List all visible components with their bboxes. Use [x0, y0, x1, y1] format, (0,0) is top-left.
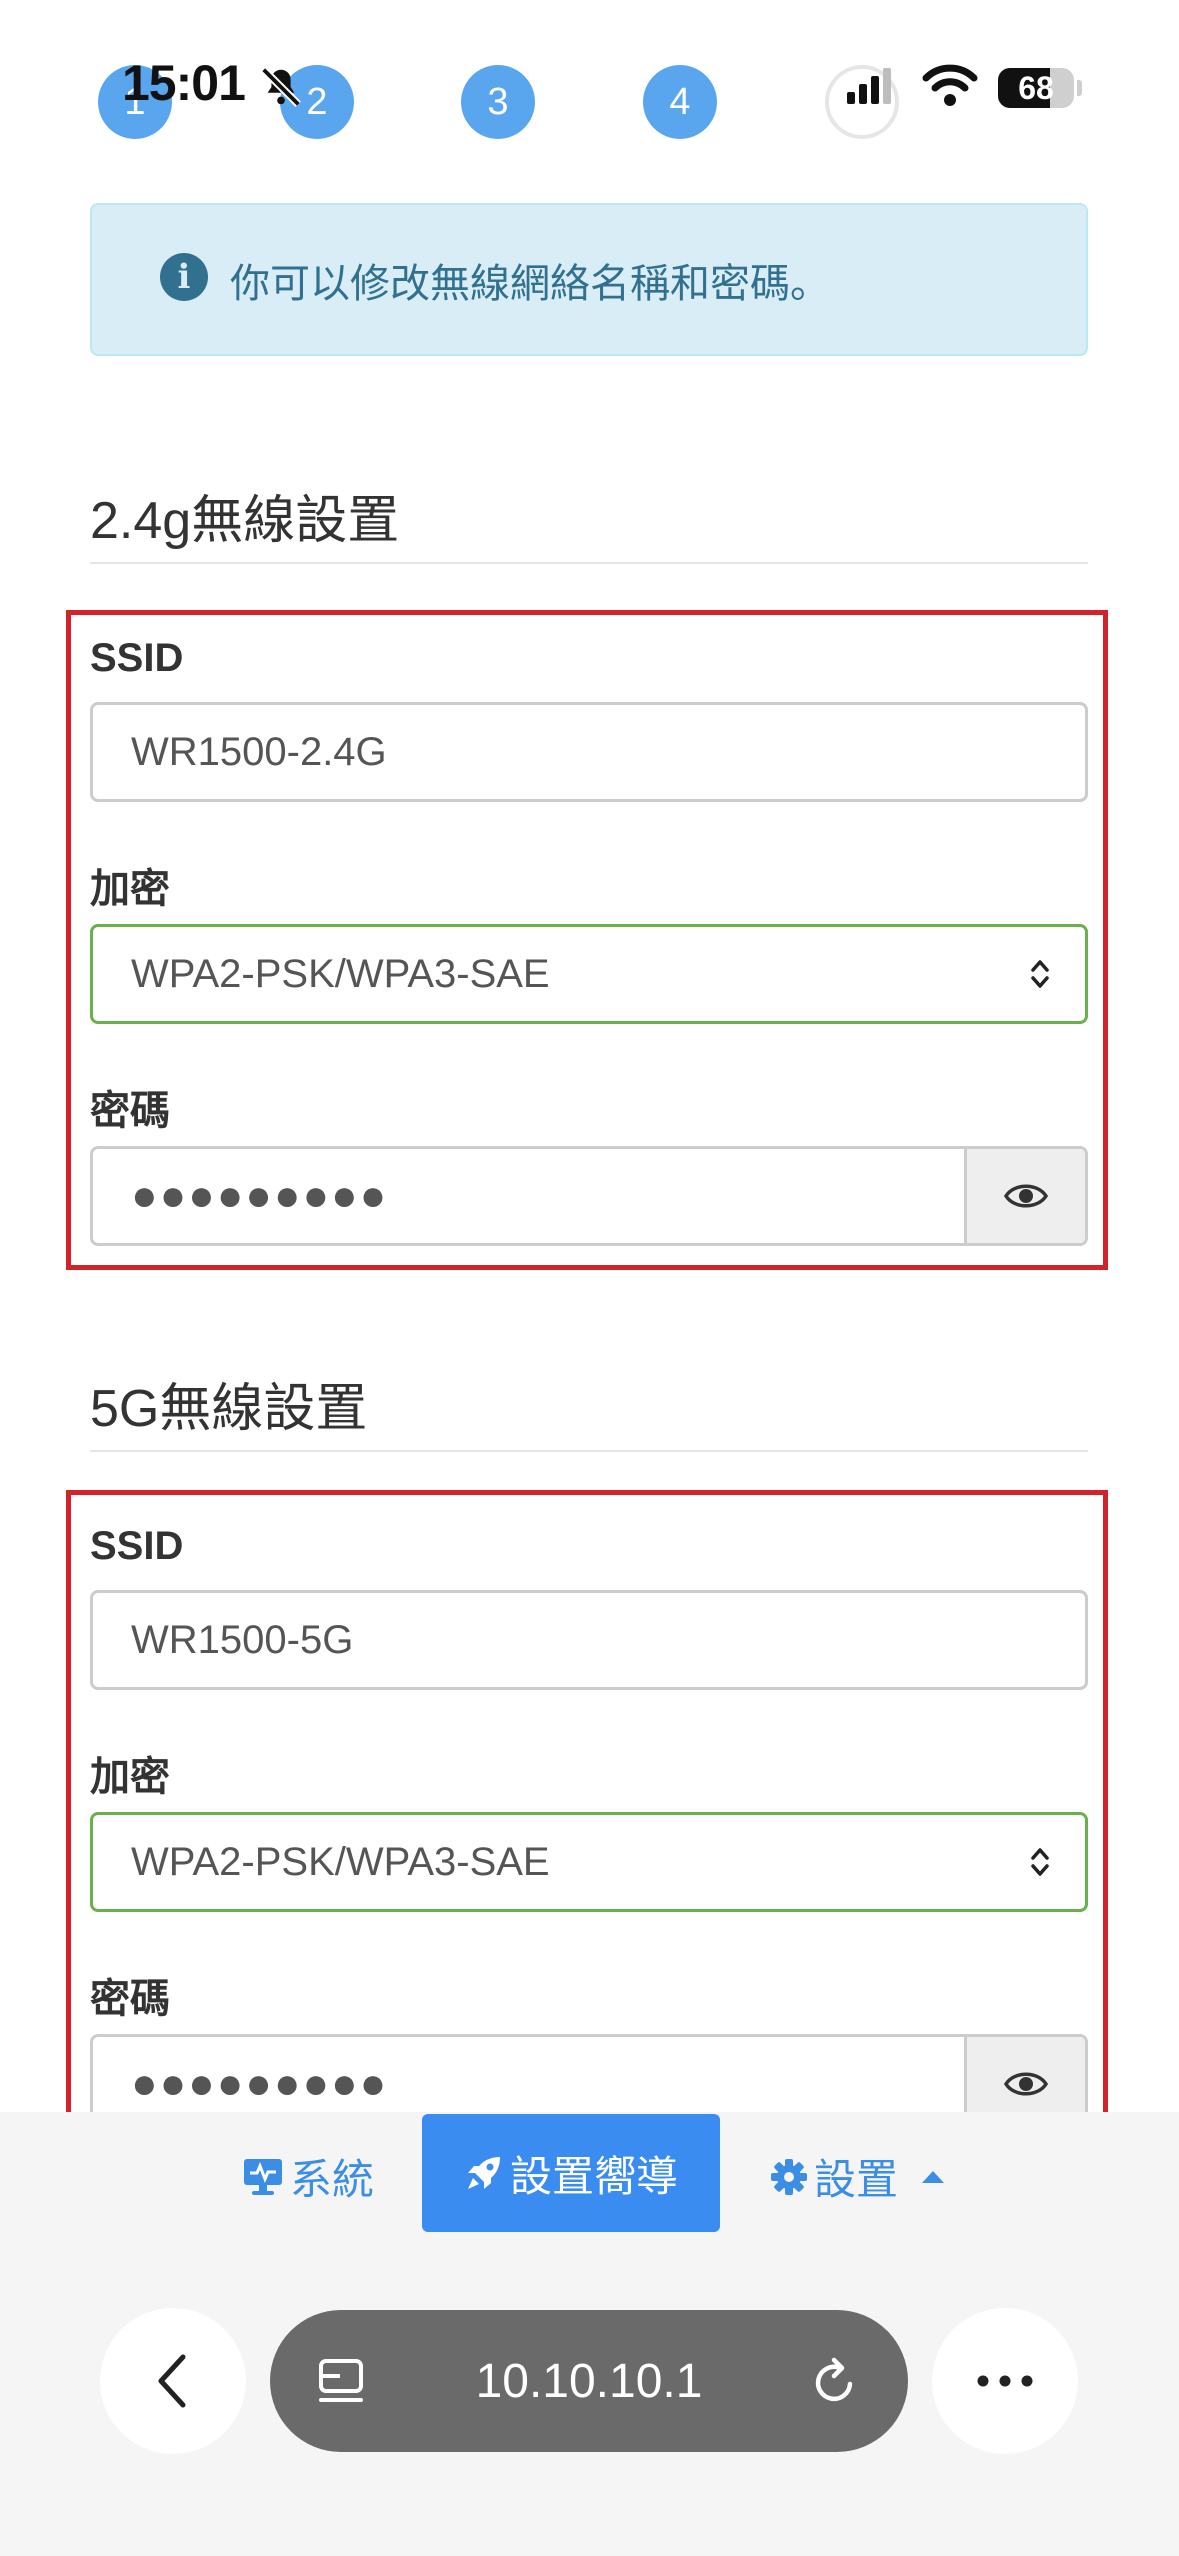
step-4[interactable]: 4	[643, 65, 717, 139]
select-arrows-icon	[1031, 1848, 1049, 1876]
caret-up-icon	[922, 2170, 945, 2183]
ssid-label-24g: SSID	[90, 636, 184, 680]
monitor-icon	[244, 2158, 282, 2195]
password-label-5g: 密碼	[90, 1977, 170, 2021]
section-title-5g: 5G無線設置	[90, 1380, 368, 1438]
address-bar[interactable]: 10.10.10.1	[270, 2310, 908, 2452]
eye-icon	[1004, 1184, 1048, 1208]
highlight-box-5g	[66, 1490, 1108, 2120]
nav-setup-wizard[interactable]: 設置嚮導	[422, 2114, 720, 2232]
bell-off-icon	[261, 67, 301, 107]
nav-setup-wizard-label: 設置嚮導	[509, 2152, 678, 2200]
eye-icon	[1004, 2072, 1048, 2096]
ssid-value-5g: WR1500-5G	[131, 1617, 354, 1662]
reload-icon[interactable]	[810, 2354, 860, 2408]
divider	[90, 562, 1088, 564]
cellular-signal-icon	[847, 68, 891, 104]
divider	[90, 1450, 1088, 1452]
info-alert: i 你可以修改無線網絡名稱和密碼。	[90, 203, 1088, 356]
password-value-24g: ●●●●●●●●●	[131, 1171, 389, 1220]
password-label-24g: 密碼	[90, 1089, 170, 1133]
nav-settings-label: 設置	[814, 2156, 899, 2203]
browser-back-button[interactable]	[100, 2308, 246, 2454]
browser-more-button[interactable]	[932, 2308, 1078, 2454]
nav-settings[interactable]: 設置	[770, 2146, 952, 2207]
battery-indicator: 68	[998, 68, 1074, 108]
encryption-value-5g: WPA2-PSK/WPA3-SAE	[131, 1839, 550, 1884]
step-3[interactable]: 3	[461, 65, 535, 139]
encryption-label-24g: 加密	[90, 867, 170, 911]
rocket-icon	[467, 2157, 500, 2189]
info-alert-text: 你可以修改無線網絡名稱和密碼。	[230, 261, 830, 306]
encryption-value-24g: WPA2-PSK/WPA3-SAE	[131, 951, 550, 996]
password-field-24g[interactable]: ●●●●●●●●●	[90, 1146, 1088, 1246]
show-password-button-24g[interactable]	[964, 1149, 1085, 1243]
more-icon	[977, 2375, 1033, 2387]
encryption-select-5g[interactable]: WPA2-PSK/WPA3-SAE	[90, 1812, 1088, 1912]
encryption-label-5g: 加密	[90, 1755, 170, 1799]
nav-system-label: 系統	[290, 2156, 375, 2203]
ssid-input-24g[interactable]: WR1500-2.4G	[90, 702, 1088, 802]
ssid-label-5g: SSID	[90, 1524, 184, 1568]
nav-system[interactable]: 系統	[242, 2146, 374, 2207]
section-title-24g: 2.4g無線設置	[90, 492, 400, 550]
chevron-left-icon	[158, 2354, 186, 2408]
battery-tip	[1077, 80, 1082, 96]
status-time: 15:01	[122, 55, 246, 111]
gear-icon	[771, 2158, 807, 2195]
select-arrows-icon	[1031, 960, 1049, 988]
info-icon: i	[160, 252, 208, 301]
ssid-value-24g: WR1500-2.4G	[131, 729, 387, 774]
ssid-input-5g[interactable]: WR1500-5G	[90, 1590, 1088, 1690]
encryption-select-24g[interactable]: WPA2-PSK/WPA3-SAE	[90, 924, 1088, 1024]
wifi-icon	[922, 64, 978, 106]
